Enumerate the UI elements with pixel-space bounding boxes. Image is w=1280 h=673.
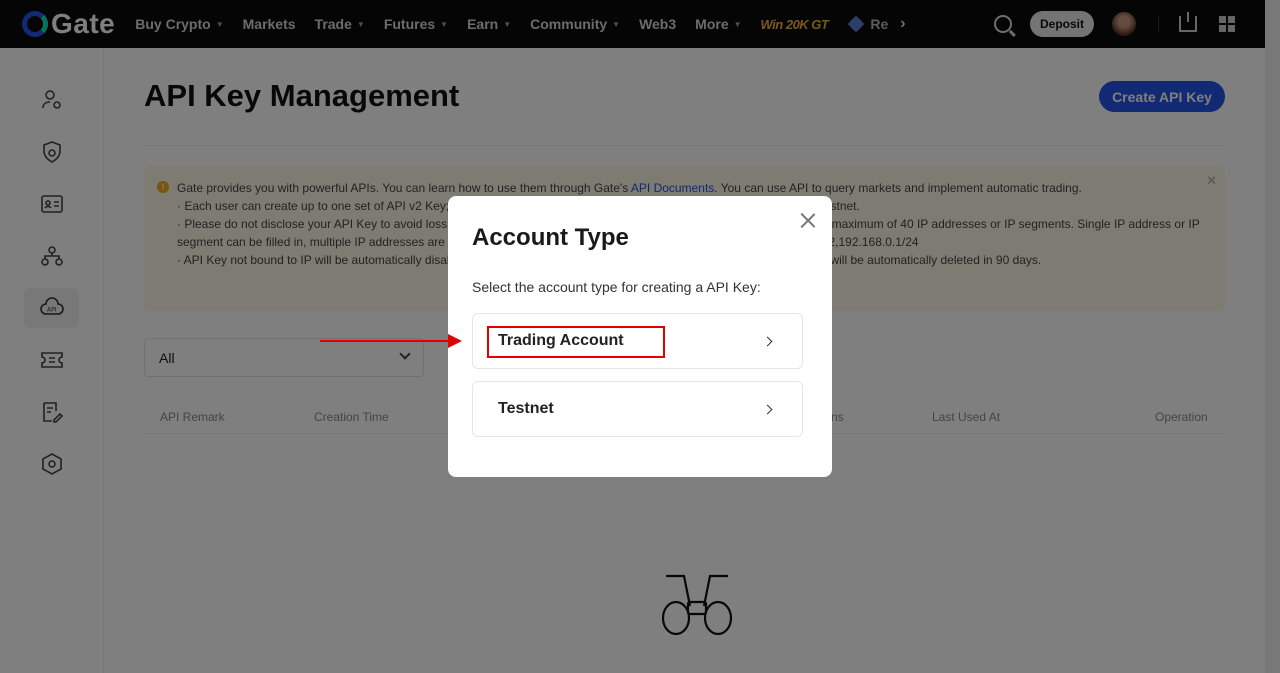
option-label: Testnet xyxy=(498,400,554,417)
chevron-right-icon xyxy=(762,404,773,415)
close-icon[interactable] xyxy=(800,212,816,228)
chevron-right-icon xyxy=(762,336,773,347)
dialog-subtitle: Select the account type for creating a A… xyxy=(472,279,761,295)
annotation-arrow-icon xyxy=(320,334,462,348)
dialog-title: Account Type xyxy=(472,224,629,251)
highlight-box xyxy=(487,326,665,358)
testnet-option[interactable]: Testnet xyxy=(472,381,803,437)
